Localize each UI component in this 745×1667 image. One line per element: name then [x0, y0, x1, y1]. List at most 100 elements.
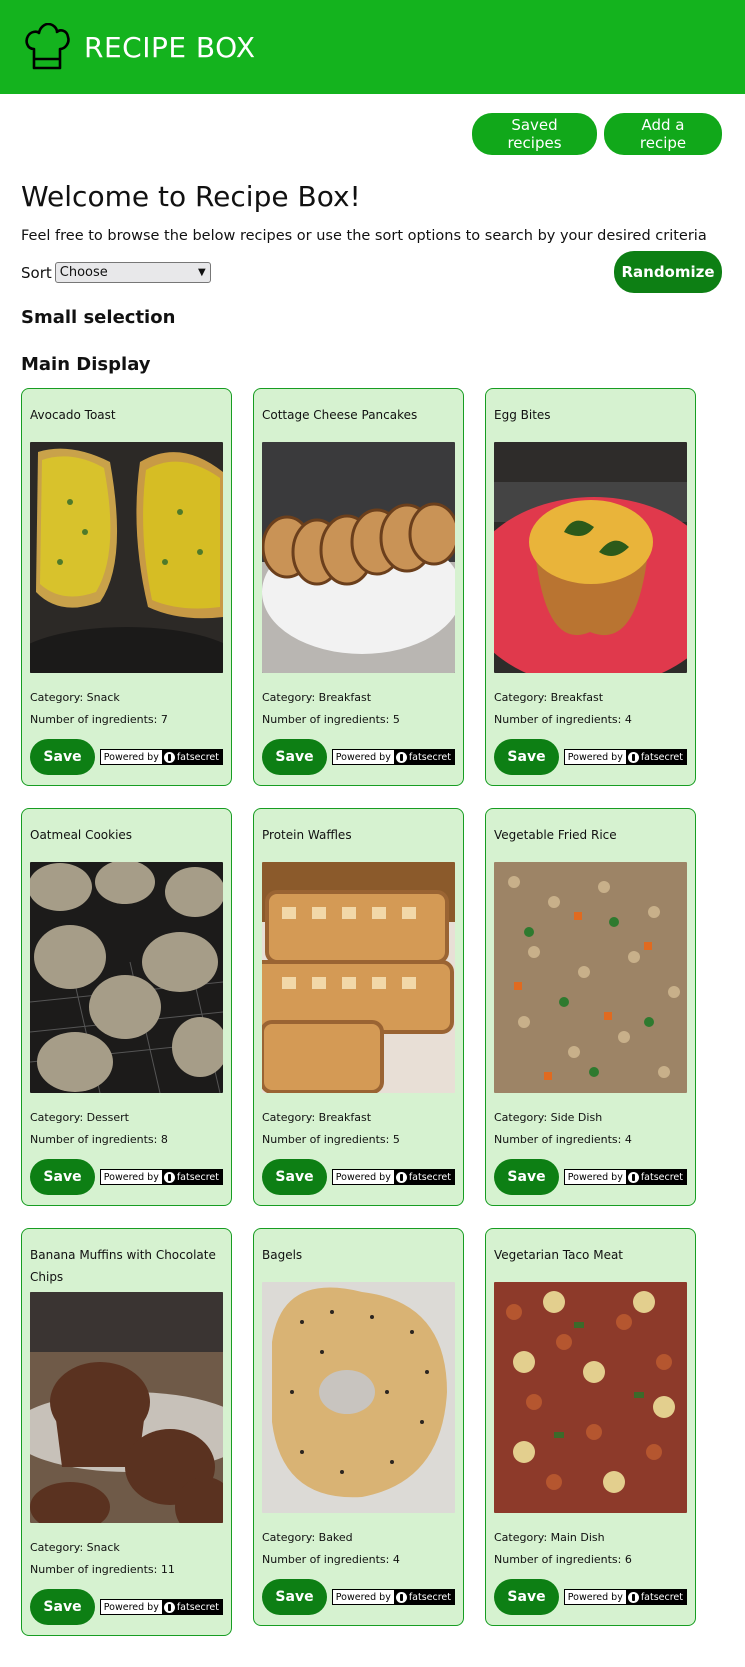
recipe-image	[494, 862, 687, 1093]
card-footer: Save Powered by fatsecret	[262, 1159, 455, 1195]
fatsecret-label: fatsecret	[176, 751, 219, 763]
recipe-name: Protein Waffles	[262, 828, 352, 842]
card-footer: Save Powered by fatsecret	[262, 739, 455, 775]
fatsecret-icon	[395, 1171, 407, 1183]
fatsecret-icon	[627, 751, 639, 763]
section-main-display: Main Display	[21, 354, 151, 375]
powered-by-label: Powered by	[100, 1600, 162, 1614]
powered-by-badge[interactable]: Powered by fatsecret	[563, 1169, 687, 1185]
fatsecret-logo: fatsecret	[625, 750, 686, 764]
intro-text: Feel free to browse the below recipes or…	[21, 228, 707, 244]
recipe-card: Avocado Toast Category: Snack Number of in…	[21, 388, 232, 786]
fatsecret-label: fatsecret	[176, 1601, 219, 1613]
fatsecret-icon	[395, 1591, 407, 1603]
fatsecret-logo: fatsecret	[393, 750, 454, 764]
card-footer: Save Powered by fatsecret	[30, 1159, 223, 1195]
fatsecret-icon	[163, 1171, 175, 1183]
fatsecret-icon	[163, 751, 175, 763]
powered-by-badge[interactable]: Powered by fatsecret	[563, 749, 687, 765]
recipe-name: Vegetarian Taco Meat	[494, 1248, 624, 1262]
recipe-category: Category: Baked	[262, 1531, 353, 1544]
recipe-card: Banana Muffins with Chocolate Chips Categ…	[21, 1228, 232, 1636]
chef-hat-icon	[25, 23, 70, 70]
powered-by-label: Powered by	[564, 1170, 626, 1184]
recipe-ingredient-count: Number of ingredients: 5	[262, 713, 400, 726]
recipe-category: Category: Snack	[30, 691, 120, 704]
save-button[interactable]: Save	[30, 739, 95, 775]
fatsecret-icon	[395, 751, 407, 763]
save-button[interactable]: Save	[30, 1159, 95, 1195]
app-title: RECIPE BOX	[84, 30, 256, 64]
randomize-button[interactable]: Randomize	[614, 251, 722, 293]
saved-recipes-button[interactable]: Saved recipes	[472, 113, 597, 155]
card-footer: Save Powered by fatsecret	[30, 1589, 223, 1625]
fatsecret-label: fatsecret	[640, 751, 683, 763]
fatsecret-label: fatsecret	[640, 1171, 683, 1183]
recipe-image	[262, 862, 455, 1093]
save-button[interactable]: Save	[262, 1159, 327, 1195]
recipe-card: Oatmeal Cookies Category: Dessert Number o…	[21, 808, 232, 1206]
powered-by-badge[interactable]: Powered by fatsecret	[331, 1169, 455, 1185]
sort-label: Sort	[21, 263, 52, 282]
recipe-image	[30, 862, 223, 1093]
recipe-ingredient-count: Number of ingredients: 7	[30, 713, 168, 726]
recipe-ingredient-count: Number of ingredients: 8	[30, 1133, 168, 1146]
fatsecret-logo: fatsecret	[161, 1600, 222, 1614]
add-recipe-button[interactable]: Add a recipe	[604, 113, 722, 155]
recipe-ingredient-count: Number of ingredients: 5	[262, 1133, 400, 1146]
save-button[interactable]: Save	[494, 1579, 559, 1615]
powered-by-badge[interactable]: Powered by fatsecret	[99, 1169, 223, 1185]
recipe-image	[30, 1292, 223, 1523]
fatsecret-logo: fatsecret	[161, 750, 222, 764]
fatsecret-logo: fatsecret	[625, 1170, 686, 1184]
fatsecret-logo: fatsecret	[393, 1590, 454, 1604]
recipe-category: Category: Breakfast	[262, 691, 372, 704]
sort-row: Sort Choose ▼	[21, 262, 211, 283]
card-footer: Save Powered by fatsecret	[494, 739, 687, 775]
fatsecret-label: fatsecret	[408, 751, 451, 763]
recipe-card: Egg Bites Category: Breakfast Number of in…	[485, 388, 696, 786]
powered-by-label: Powered by	[332, 1590, 394, 1604]
recipe-category: Category: Side Dish	[494, 1111, 603, 1124]
fatsecret-icon	[627, 1171, 639, 1183]
recipe-image	[494, 1282, 687, 1513]
recipe-image	[262, 442, 455, 673]
recipe-image	[262, 1282, 455, 1513]
fatsecret-icon	[163, 1601, 175, 1613]
recipe-category: Category: Breakfast	[494, 691, 604, 704]
top-actions: Saved recipes Add a recipe	[472, 113, 722, 155]
save-button[interactable]: Save	[494, 1159, 559, 1195]
recipe-category: Category: Dessert	[30, 1111, 129, 1124]
recipe-ingredient-count: Number of ingredients: 11	[30, 1563, 175, 1576]
powered-by-badge[interactable]: Powered by fatsecret	[331, 1589, 455, 1605]
fatsecret-icon	[627, 1591, 639, 1603]
powered-by-label: Powered by	[100, 1170, 162, 1184]
sort-select[interactable]: Choose ▼	[54, 262, 211, 283]
powered-by-label: Powered by	[564, 750, 626, 764]
recipe-name: Bagels	[262, 1248, 303, 1262]
fatsecret-logo: fatsecret	[393, 1170, 454, 1184]
recipe-category: Category: Breakfast	[262, 1111, 372, 1124]
recipe-ingredient-count: Number of ingredients: 4	[494, 713, 632, 726]
recipe-card: Vegetable Fried Rice Category: Side Dish N…	[485, 808, 696, 1206]
powered-by-label: Powered by	[332, 750, 394, 764]
powered-by-label: Powered by	[564, 1590, 626, 1604]
save-button[interactable]: Save	[30, 1589, 95, 1625]
powered-by-badge[interactable]: Powered by fatsecret	[99, 1599, 223, 1615]
recipe-category: Category: Snack	[30, 1541, 120, 1554]
save-button[interactable]: Save	[262, 739, 327, 775]
powered-by-badge[interactable]: Powered by fatsecret	[331, 749, 455, 765]
recipe-ingredient-count: Number of ingredients: 6	[494, 1553, 632, 1566]
fatsecret-label: fatsecret	[640, 1591, 683, 1603]
save-button[interactable]: Save	[262, 1579, 327, 1615]
save-button[interactable]: Save	[494, 739, 559, 775]
powered-by-label: Powered by	[100, 750, 162, 764]
powered-by-badge[interactable]: Powered by fatsecret	[563, 1589, 687, 1605]
recipe-card: Cottage Cheese Pancakes Category: Breakfa…	[253, 388, 464, 786]
fatsecret-logo: fatsecret	[161, 1170, 222, 1184]
page-title: Welcome to Recipe Box!	[21, 180, 361, 213]
powered-by-badge[interactable]: Powered by fatsecret	[99, 749, 223, 765]
fatsecret-logo: fatsecret	[625, 1590, 686, 1604]
recipe-ingredient-count: Number of ingredients: 4	[494, 1133, 632, 1146]
section-small-selection: Small selection	[21, 307, 176, 328]
